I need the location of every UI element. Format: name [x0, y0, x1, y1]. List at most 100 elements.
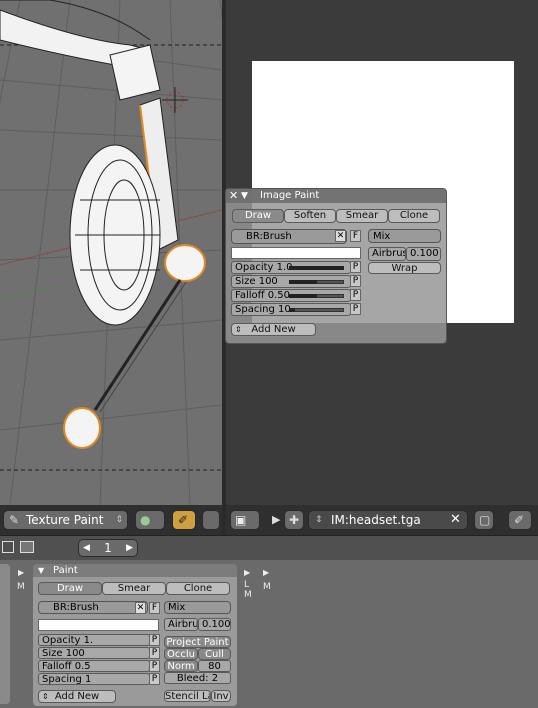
image-paint-panel: ✕ ▼ Image Paint Draw Soften Smear Clone …: [225, 188, 447, 344]
brush-remove-icon[interactable]: ✕: [335, 230, 346, 242]
falloff-slider-track: [289, 294, 344, 298]
image-editor-icon: ▣: [235, 513, 247, 527]
blend-mode-select[interactable]: Mix: [368, 229, 441, 243]
size-slider-track: [289, 280, 344, 284]
shading-select[interactable]: ●: [135, 510, 165, 530]
opacity-pressure-button[interactable]: P: [149, 634, 160, 646]
frame-spinner[interactable]: ◀ 1 ▶: [78, 539, 138, 557]
stencil-invert-toggle[interactable]: Inv: [211, 690, 231, 702]
viewport-extra-button[interactable]: [202, 510, 220, 530]
brush-remove-icon[interactable]: ✕: [135, 602, 146, 614]
tab-clone[interactable]: Clone: [388, 209, 440, 223]
opacity-slider-track: [289, 266, 344, 270]
size-slider[interactable]: Size 100: [38, 647, 150, 659]
lm-tab[interactable]: LM: [244, 580, 252, 600]
m-tab[interactable]: M: [263, 582, 271, 592]
paint-panel-header[interactable]: ▼ Paint: [33, 564, 237, 577]
tab-smear[interactable]: Smear: [102, 582, 166, 595]
texture-paint-toggle[interactable]: ✐: [172, 510, 196, 530]
normal-toggle[interactable]: Norm: [164, 660, 198, 672]
panel-title: Image Paint: [260, 190, 320, 201]
opacity-pressure-button[interactable]: P: [350, 261, 361, 273]
opacity-slider-fill: [289, 266, 344, 270]
tab-draw[interactable]: Draw: [232, 209, 284, 223]
falloff-pressure-button[interactable]: P: [149, 660, 160, 672]
viewport-header: ✎ Texture Paint ⇕ ● ✐: [0, 505, 222, 535]
blend-mode-select[interactable]: Mix: [164, 601, 231, 614]
expand-triangle-icon[interactable]: ▶: [263, 568, 269, 577]
close-icon[interactable]: ✕: [229, 189, 238, 203]
brush-selector[interactable]: BR:Brush: [38, 601, 148, 614]
left-column-strip: [0, 564, 10, 704]
arrow-right-icon[interactable]: ▶: [126, 540, 133, 556]
size-pressure-button[interactable]: P: [350, 275, 361, 287]
project-paint-toggle[interactable]: Project Paint: [164, 636, 231, 648]
menu-arrows-icon: ⇕: [42, 692, 49, 701]
panel-icon[interactable]: [2, 541, 14, 553]
left-m-label[interactable]: M: [17, 582, 25, 592]
expand-triangle-icon[interactable]: ▶: [244, 568, 250, 577]
falloff-slider-fill: [289, 294, 317, 298]
collapse-triangle-icon[interactable]: ▼: [241, 189, 248, 203]
tab-smear[interactable]: Smear: [336, 209, 388, 223]
brush-selector[interactable]: BR:Brush: [231, 229, 347, 244]
color-swatch[interactable]: [38, 619, 159, 631]
sphere-icon: ●: [140, 513, 151, 527]
close-icon[interactable]: ✕: [450, 510, 461, 530]
image-paint-toggle[interactable]: ✐: [508, 510, 532, 530]
spacing-pressure-button[interactable]: P: [149, 673, 160, 685]
image-icon[interactable]: [20, 541, 34, 553]
mode-select[interactable]: ✎ Texture Paint ⇕: [3, 510, 128, 530]
wrap-button[interactable]: Wrap: [368, 262, 441, 274]
expand-triangle-icon[interactable]: ▶: [18, 568, 24, 577]
size-pressure-button[interactable]: P: [149, 647, 160, 659]
bleed-field[interactable]: Bleed: 2: [164, 672, 231, 684]
brush-fake-user-button[interactable]: F: [149, 602, 160, 614]
chevron-updown-icon: ⇕: [115, 515, 123, 525]
expand-triangle-icon[interactable]: ▶: [272, 510, 280, 530]
spacing-slider-track: [289, 308, 344, 312]
add-new-button[interactable]: ⇕ Add New: [231, 323, 316, 336]
occlude-toggle[interactable]: Occlu: [164, 648, 198, 660]
airbrush-value[interactable]: 0.100: [198, 618, 231, 631]
viewport-scene: [0, 0, 222, 505]
collapse-triangle-icon[interactable]: ▼: [38, 564, 44, 577]
arrow-left-icon[interactable]: ◀: [83, 540, 90, 556]
paint-panel: ▼ Paint Draw Smear Clone BR:Brush ✕ F Mi…: [33, 564, 237, 706]
airbrush-label[interactable]: Airbrus: [368, 247, 406, 261]
pin-icon: ✚: [289, 513, 300, 527]
image-pack-button[interactable]: ▢: [474, 510, 494, 530]
menu-arrows-icon: ⇕: [235, 325, 242, 334]
stencil-layer-toggle[interactable]: Stencil La: [164, 690, 211, 702]
buttons-header: ◀ 1 ▶: [0, 535, 538, 560]
opacity-slider[interactable]: Opacity 1.: [38, 634, 150, 646]
normal-angle-field[interactable]: 80: [198, 660, 231, 672]
spacing-slider[interactable]: Spacing 1: [38, 673, 150, 685]
spacing-slider-fill: [289, 308, 295, 312]
paint-icon: ✐: [178, 513, 189, 527]
image-paint-header[interactable]: ✕ ▼ Image Paint: [226, 189, 446, 203]
tab-draw[interactable]: Draw: [38, 582, 102, 595]
package-icon: ▢: [479, 513, 491, 527]
tab-clone[interactable]: Clone: [166, 582, 230, 595]
add-new-button[interactable]: ⇕ Add New: [38, 690, 116, 703]
airbrush-value[interactable]: 0.100: [406, 247, 441, 261]
cull-toggle[interactable]: Cull: [198, 648, 231, 660]
image-browse[interactable]: ⇕ IM:headset.tga: [308, 510, 468, 530]
tab-soften[interactable]: Soften: [284, 209, 336, 223]
color-swatch[interactable]: [231, 247, 361, 259]
viewport-3d[interactable]: [0, 0, 222, 505]
falloff-slider[interactable]: Falloff 0.5: [38, 660, 150, 672]
brush-icon: ✎: [9, 513, 20, 527]
pin-button[interactable]: ✚: [284, 510, 304, 530]
buttons-window: M ▶ ▼ Paint Draw Smear Clone BR:Brush ✕ …: [0, 560, 538, 708]
spacing-pressure-button[interactable]: P: [350, 303, 361, 315]
editor-type-select[interactable]: ▣: [230, 510, 260, 530]
image-editor-header: ▣ ▶ ✚ ⇕ IM:headset.tga ✕ ▢ ✐: [226, 505, 538, 535]
airbrush-label[interactable]: Airbru: [164, 618, 198, 631]
falloff-pressure-button[interactable]: P: [350, 289, 361, 301]
paint-panel-title: Paint: [53, 565, 78, 576]
chevron-updown-icon: ⇕: [315, 515, 323, 525]
brush-fake-user-button[interactable]: F: [350, 230, 361, 242]
size-slider-fill: [289, 280, 317, 284]
